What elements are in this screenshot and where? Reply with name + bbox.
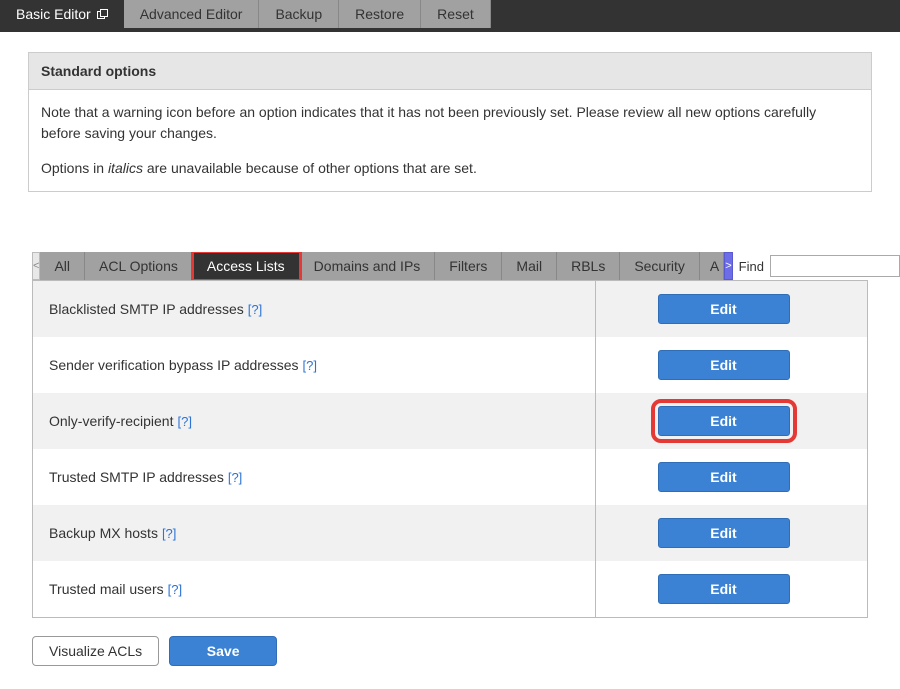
option-label-cell: Trusted mail users [?] bbox=[49, 561, 596, 617]
edit-button[interactable]: Edit bbox=[658, 462, 790, 492]
filter-tab-access-lists[interactable]: Access Lists bbox=[193, 252, 300, 280]
tab-label: Backup bbox=[275, 6, 322, 22]
content-area: Standard options Note that a warning ico… bbox=[0, 32, 900, 686]
option-label-cell: Backup MX hosts [?] bbox=[49, 505, 596, 561]
help-link[interactable]: [?] bbox=[248, 302, 262, 317]
info-body: Note that a warning icon before an optio… bbox=[29, 90, 871, 191]
option-label: Blacklisted SMTP IP addresses bbox=[49, 301, 244, 317]
find-label: Find bbox=[739, 259, 764, 274]
visualize-acls-button[interactable]: Visualize ACLs bbox=[32, 636, 159, 666]
tab-label: Restore bbox=[355, 6, 404, 22]
info-line-1: Note that a warning icon before an optio… bbox=[41, 102, 859, 144]
option-label: Sender verification bypass IP addresses bbox=[49, 357, 299, 373]
option-label: Backup MX hosts bbox=[49, 525, 158, 541]
find-input[interactable] bbox=[770, 255, 900, 277]
filter-tab-mail[interactable]: Mail bbox=[502, 252, 557, 280]
option-label-cell: Sender verification bypass IP addresses … bbox=[49, 337, 596, 393]
footer-buttons: Visualize ACLs Save bbox=[32, 636, 872, 666]
option-row: Backup MX hosts [?] Edit bbox=[33, 505, 867, 561]
filter-row: < All ACL Options Access Lists Domains a… bbox=[32, 252, 872, 280]
tab-reset[interactable]: Reset bbox=[421, 0, 491, 28]
help-link[interactable]: [?] bbox=[303, 358, 317, 373]
edit-button[interactable]: Edit bbox=[658, 350, 790, 380]
help-link[interactable]: [?] bbox=[168, 582, 182, 597]
info-line-2: Options in italics are unavailable becau… bbox=[41, 158, 859, 179]
help-link[interactable]: [?] bbox=[228, 470, 242, 485]
tab-label: Basic Editor bbox=[16, 6, 91, 22]
filter-tab-all[interactable]: All bbox=[40, 252, 85, 280]
save-button[interactable]: Save bbox=[169, 636, 277, 666]
tab-basic-editor[interactable]: Basic Editor bbox=[0, 0, 124, 28]
help-link[interactable]: [?] bbox=[177, 414, 191, 429]
info-box: Standard options Note that a warning ico… bbox=[28, 52, 872, 192]
filter-tab-domains-ips[interactable]: Domains and IPs bbox=[300, 252, 436, 280]
option-actions-cell: Edit bbox=[596, 393, 851, 449]
popup-icon bbox=[97, 9, 108, 20]
tab-restore[interactable]: Restore bbox=[339, 0, 421, 28]
tab-backup[interactable]: Backup bbox=[259, 0, 339, 28]
help-link[interactable]: [?] bbox=[162, 526, 176, 541]
filter-tab-security[interactable]: Security bbox=[620, 252, 700, 280]
option-actions-cell: Edit bbox=[596, 337, 851, 393]
option-label-cell: Trusted SMTP IP addresses [?] bbox=[49, 449, 596, 505]
option-label: Only-verify-recipient bbox=[49, 413, 173, 429]
filter-tabs: All ACL Options Access Lists Domains and… bbox=[40, 252, 724, 280]
edit-button[interactable]: Edit bbox=[658, 406, 790, 436]
filter-tab-rbls[interactable]: RBLs bbox=[557, 252, 620, 280]
option-row: Only-verify-recipient [?] Edit bbox=[33, 393, 867, 449]
option-label-cell: Only-verify-recipient [?] bbox=[49, 393, 596, 449]
option-label: Trusted SMTP IP addresses bbox=[49, 469, 224, 485]
tab-label: Advanced Editor bbox=[140, 6, 243, 22]
option-row: Trusted mail users [?] Edit bbox=[33, 561, 867, 617]
option-actions-cell: Edit bbox=[596, 281, 851, 337]
scroll-right-button[interactable]: > bbox=[724, 252, 732, 280]
option-row: Blacklisted SMTP IP addresses [?] Edit bbox=[33, 281, 867, 337]
option-actions-cell: Edit bbox=[596, 449, 851, 505]
edit-button[interactable]: Edit bbox=[658, 518, 790, 548]
edit-button[interactable]: Edit bbox=[658, 294, 790, 324]
option-actions-cell: Edit bbox=[596, 561, 851, 617]
filter-tab-truncated[interactable]: A bbox=[700, 252, 724, 280]
option-row: Sender verification bypass IP addresses … bbox=[33, 337, 867, 393]
scroll-left-button[interactable]: < bbox=[32, 252, 40, 280]
tab-label: Reset bbox=[437, 6, 474, 22]
option-label-cell: Blacklisted SMTP IP addresses [?] bbox=[49, 281, 596, 337]
top-tabs: Basic Editor Advanced Editor Backup Rest… bbox=[0, 0, 900, 32]
option-row: Trusted SMTP IP addresses [?] Edit bbox=[33, 449, 867, 505]
options-table: Blacklisted SMTP IP addresses [?] Edit S… bbox=[32, 280, 868, 618]
option-actions-cell: Edit bbox=[596, 505, 851, 561]
info-header: Standard options bbox=[29, 53, 871, 90]
filter-tab-filters[interactable]: Filters bbox=[435, 252, 502, 280]
filter-tab-acl-options[interactable]: ACL Options bbox=[85, 252, 193, 280]
option-label: Trusted mail users bbox=[49, 581, 164, 597]
tab-advanced-editor[interactable]: Advanced Editor bbox=[124, 0, 260, 28]
edit-button[interactable]: Edit bbox=[658, 574, 790, 604]
find-area: Find bbox=[739, 252, 900, 280]
